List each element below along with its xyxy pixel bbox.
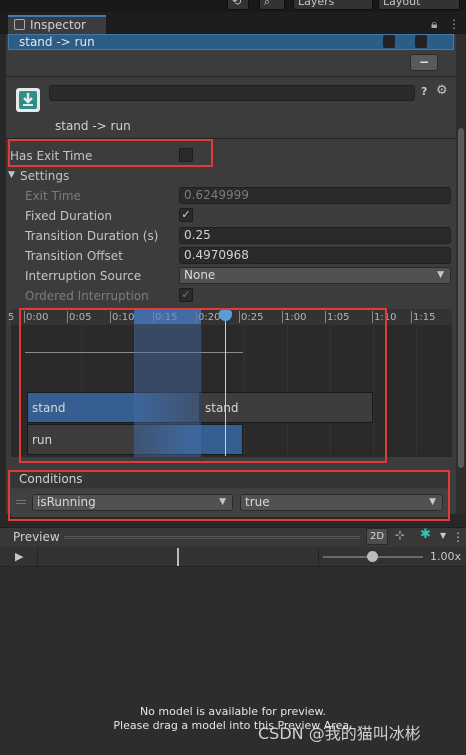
transition-offset-field[interactable]: 0.4970968	[179, 247, 451, 264]
inspector-icon	[14, 19, 25, 30]
grid-line	[416, 325, 417, 455]
layers-dropdown[interactable]: Layers	[293, 0, 373, 10]
exit-time-field[interactable]: 0.6249999	[179, 187, 451, 204]
interruption-source-dropdown[interactable]: None ▼	[179, 267, 451, 284]
tab-inspector-label: Inspector	[30, 18, 86, 32]
speed-value: 1.00x	[430, 550, 462, 563]
layout-dropdown[interactable]: Layout	[378, 0, 460, 10]
speed-slider-handle[interactable]	[367, 551, 378, 562]
transition-duration-label: Transition Duration (s)	[25, 229, 159, 243]
solo-toggle[interactable]	[383, 35, 395, 48]
history-icon[interactable]: ⟲	[227, 0, 249, 10]
preview-scrubber[interactable]	[177, 548, 179, 566]
avatar-icon[interactable]: ✱	[420, 527, 431, 542]
transition-offset-label: Transition Offset	[25, 249, 123, 263]
preview-title: Preview	[13, 530, 60, 544]
divider	[318, 548, 319, 566]
layout-label: Layout	[383, 0, 421, 8]
lock-icon[interactable]: 🔒︎	[431, 17, 437, 32]
highlight-box-exit-time	[8, 139, 213, 167]
transition-asset-icon	[16, 88, 40, 112]
ordered-interruption-label: Ordered Interruption	[25, 289, 149, 303]
remove-transition-button[interactable]: −	[410, 54, 438, 71]
highlight-box-timeline	[19, 308, 387, 463]
transition-label: stand -> run	[19, 35, 95, 49]
more-options-icon[interactable]: ⋮	[452, 530, 464, 544]
no-model-message: No model is available for preview.	[139, 705, 327, 718]
tick-label: 1:15	[413, 312, 436, 323]
watermark: CSDN @我的猫叫冰彬	[258, 724, 421, 743]
help-icon[interactable]: ?	[421, 85, 427, 98]
tick-mark	[411, 311, 412, 323]
highlight-box-conditions	[8, 470, 450, 521]
transition-duration-field[interactable]: 0.25	[179, 227, 451, 244]
more-options-icon[interactable]: ⋮	[448, 17, 460, 31]
pivot-icon[interactable]: ⊹	[395, 528, 405, 542]
interruption-source-value: None	[184, 268, 216, 282]
divider	[6, 76, 456, 77]
mode-2d-button[interactable]: 2D	[366, 528, 388, 545]
play-icon[interactable]: ▶	[15, 550, 23, 563]
transition-name-field[interactable]	[49, 85, 415, 101]
mute-toggle[interactable]	[415, 35, 427, 48]
chevron-down-icon: ▼	[437, 270, 444, 280]
exit-time-label: Exit Time	[25, 189, 81, 203]
fixed-duration-checkbox[interactable]: ✓	[179, 208, 193, 222]
interruption-source-label: Interruption Source	[25, 269, 142, 283]
ordered-interruption-checkbox[interactable]: ✓	[179, 288, 193, 302]
asset-title: stand -> run	[55, 119, 131, 133]
scrollbar-thumb[interactable]	[458, 128, 464, 468]
settings-foldout[interactable]: Settings	[20, 169, 69, 184]
fixed-duration-label: Fixed Duration	[25, 209, 113, 223]
tick-label: 5	[8, 312, 15, 323]
preview-resize-grip[interactable]	[64, 536, 360, 539]
divider	[37, 548, 38, 566]
layers-label: Layers	[298, 0, 335, 8]
settings-foldout-arrow-icon[interactable]: ▼	[8, 168, 15, 183]
gear-icon[interactable]: ⚙	[436, 83, 448, 98]
search-icon[interactable]: ⌕	[259, 0, 285, 10]
chevron-down-icon[interactable]: ▼	[440, 531, 446, 540]
